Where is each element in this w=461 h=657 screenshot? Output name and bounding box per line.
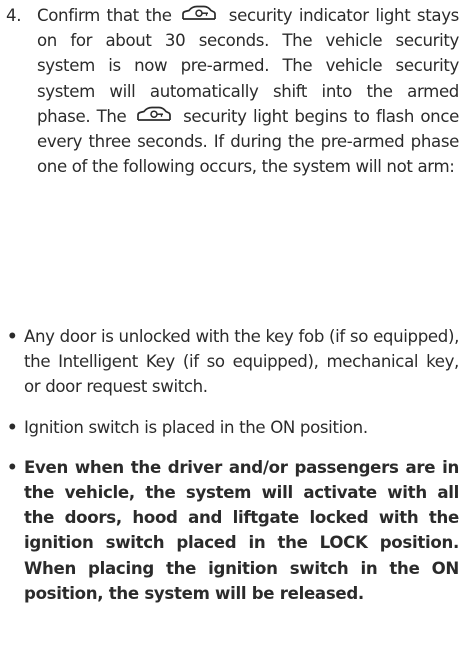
- list-item-text: Ignition switch is placed in the ON posi…: [24, 417, 368, 437]
- vehicle-security-icon: [135, 105, 173, 124]
- bullet-marker: •: [7, 327, 18, 346]
- manual-page: 4. Confirm that the security indicator l…: [0, 0, 461, 657]
- list-item: • Even when the driver and/or passengers…: [6, 455, 459, 606]
- list-item-text: Any door is unlocked with the key fob (i…: [24, 327, 459, 397]
- list-item: • Any door is unlocked with the key fob …: [6, 324, 459, 400]
- bullet-marker: •: [7, 457, 18, 477]
- step-4: 4. Confirm that the security indicator l…: [6, 3, 459, 179]
- bullet-marker: •: [7, 417, 18, 437]
- step-text-part1: Confirm that the: [37, 6, 172, 25]
- step-number: 4.: [6, 6, 22, 25]
- step-body: Confirm that the security indicator ligh…: [37, 3, 459, 179]
- list-item-text: Even when the driver and/or passengers a…: [24, 457, 459, 603]
- list-item: • Ignition switch is placed in the ON po…: [6, 415, 459, 440]
- condition-list: • Any door is unlocked with the key fob …: [6, 324, 459, 621]
- vehicle-security-icon: [180, 4, 218, 23]
